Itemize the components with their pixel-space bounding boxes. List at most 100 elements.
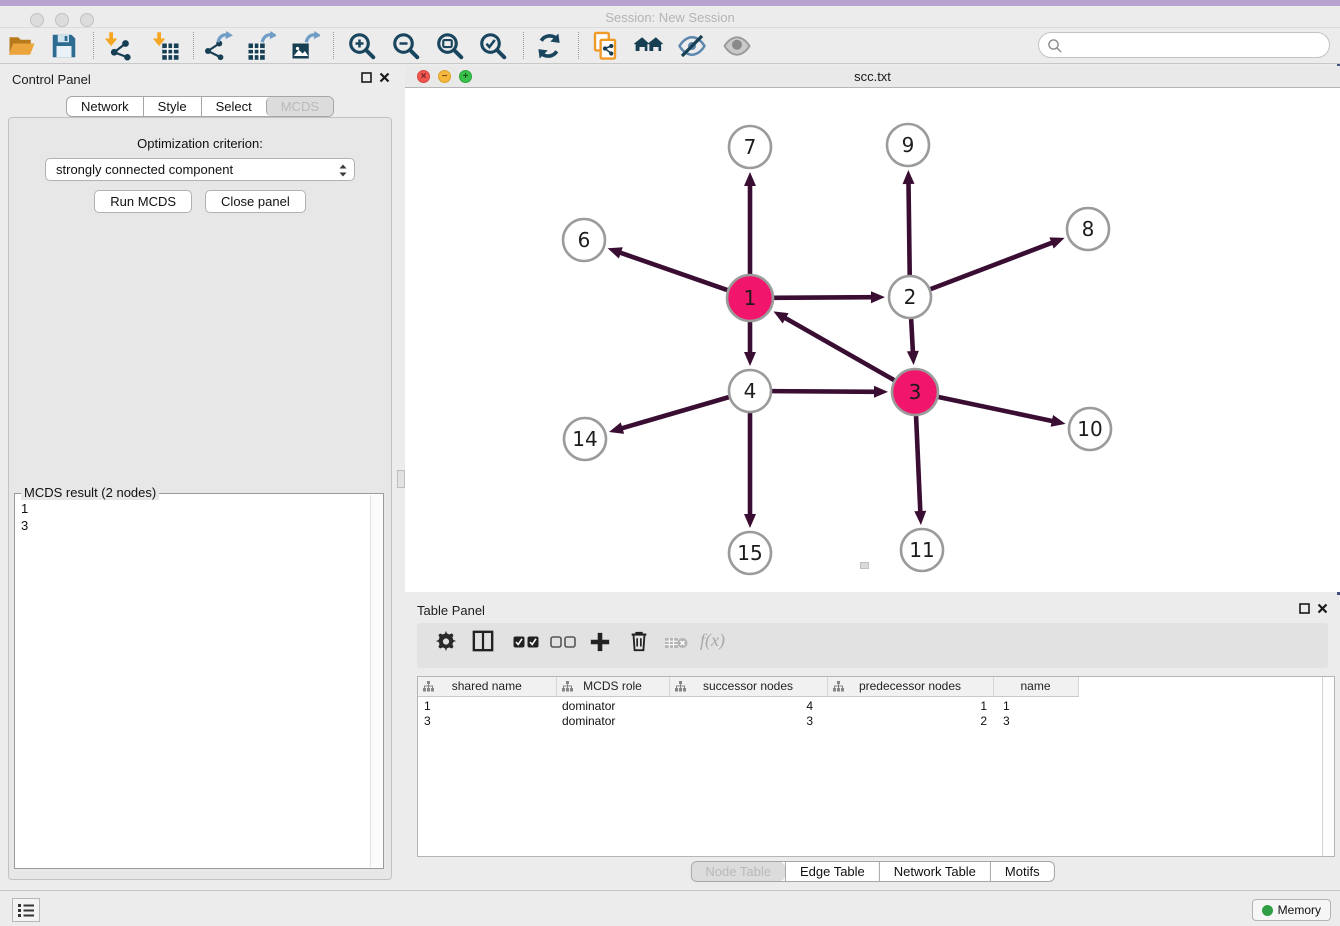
table-cell[interactable]: 1 (418, 696, 556, 713)
tab-network[interactable]: Network (67, 97, 143, 116)
column-header-mcds-role[interactable]: MCDS role (556, 677, 669, 696)
table-header[interactable]: shared nameMCDS rolesuccessor nodesprede… (418, 677, 1078, 696)
node-1[interactable]: 1 (727, 275, 773, 321)
edge-arrowhead (874, 386, 888, 398)
node-9[interactable]: 9 (887, 124, 929, 166)
edge-1-2[interactable] (774, 297, 873, 298)
edge-4-3[interactable] (772, 391, 876, 392)
panel-splitter-handle[interactable] (397, 470, 405, 488)
edge-3-10[interactable] (938, 397, 1053, 421)
node-11[interactable]: 11 (901, 529, 943, 571)
import-network-icon[interactable] (103, 31, 133, 61)
add-column-icon[interactable] (589, 631, 611, 653)
edge-2-3[interactable] (911, 319, 913, 353)
column-header-shared-name[interactable]: shared name (418, 677, 556, 696)
result-node-id[interactable]: 1 (21, 500, 363, 517)
task-history-button[interactable] (12, 898, 40, 922)
table-scrollbar[interactable] (1322, 677, 1334, 856)
edge-2-8[interactable] (931, 242, 1054, 289)
tab-mcds[interactable]: MCDS (266, 97, 333, 116)
mcds-result-list[interactable]: 13 (15, 496, 369, 868)
result-node-id[interactable]: 3 (21, 517, 363, 534)
table-cell[interactable]: 3 (993, 713, 1078, 729)
table-cell[interactable]: 1 (993, 696, 1078, 713)
column-header-name[interactable]: name (993, 677, 1078, 696)
toolbar-separator (523, 32, 524, 59)
select-all-checkboxes-icon[interactable] (513, 636, 539, 648)
node-3[interactable]: 3 (892, 369, 938, 415)
edge-arrowhead (914, 511, 926, 525)
criterion-dropdown[interactable]: strongly connected component (45, 158, 355, 181)
tab-node-table[interactable]: Node Table (691, 862, 785, 881)
hide-selected-eye-icon[interactable] (677, 31, 707, 61)
edge-3-1[interactable] (784, 317, 894, 380)
table-cell[interactable]: dominator (556, 713, 669, 729)
export-image-icon[interactable] (290, 31, 320, 61)
home-layout-icon[interactable] (634, 31, 664, 61)
clone-network-icon[interactable] (590, 31, 620, 61)
split-view-icon[interactable] (472, 630, 494, 652)
table-row[interactable]: 1dominator411 (418, 696, 1078, 713)
table-settings-gear-icon[interactable] (435, 630, 457, 652)
table-cell[interactable]: dominator (556, 696, 669, 713)
save-session-icon[interactable] (49, 31, 79, 61)
tab-style[interactable]: Style (143, 97, 201, 116)
result-scrollbar[interactable] (370, 495, 383, 867)
control-panel-tabs: NetworkStyleSelectMCDS (66, 96, 334, 117)
zoom-out-icon[interactable] (391, 31, 421, 61)
float-panel-icon[interactable] (361, 72, 372, 83)
canvas-scroll-thumb[interactable] (860, 562, 869, 569)
open-file-icon[interactable] (7, 31, 37, 61)
search-input[interactable] (1067, 35, 1317, 55)
show-all-eye-icon[interactable] (722, 31, 752, 61)
node-15[interactable]: 15 (729, 532, 771, 574)
node-6[interactable]: 6 (563, 219, 605, 261)
network-graph[interactable]: 7 9 6 8 1 2 4 3 14 10 15 11 (405, 88, 1340, 592)
close-table-panel-icon[interactable] (1317, 603, 1328, 614)
deselect-all-checkboxes-icon[interactable] (550, 636, 576, 648)
close-panel-button[interactable]: Close panel (205, 190, 306, 213)
function-builder-icon[interactable]: f(x) (700, 630, 725, 651)
import-table-icon[interactable] (151, 31, 181, 61)
table-row[interactable]: 3dominator323 (418, 713, 1078, 729)
run-mcds-button[interactable]: Run MCDS (94, 190, 192, 213)
table-cell[interactable]: 2 (827, 713, 993, 729)
delete-table-icon[interactable] (664, 636, 688, 650)
zoom-fit-icon[interactable] (435, 31, 465, 61)
node-4[interactable]: 4 (729, 370, 771, 412)
node-label: 4 (744, 379, 757, 403)
column-header-successor-nodes[interactable]: successor nodes (669, 677, 827, 696)
edge-2-9[interactable] (908, 182, 909, 275)
tab-select[interactable]: Select (201, 97, 266, 116)
network-canvas[interactable]: 7 9 6 8 1 2 4 3 14 10 15 11 (405, 88, 1340, 592)
refresh-view-icon[interactable] (534, 31, 564, 61)
tab-network-table[interactable]: Network Table (879, 862, 990, 881)
export-table-icon[interactable] (246, 31, 276, 61)
network-window-titlebar[interactable]: × − + scc.txt (405, 66, 1340, 88)
column-header-predecessor-nodes[interactable]: predecessor nodes (827, 677, 993, 696)
edge-4-14[interactable] (621, 397, 729, 429)
edge-arrowhead (744, 352, 756, 366)
zoom-selected-icon[interactable] (478, 31, 508, 61)
search-field[interactable] (1038, 32, 1330, 58)
export-network-icon[interactable] (203, 31, 233, 61)
node-8[interactable]: 8 (1067, 208, 1109, 250)
node-10[interactable]: 10 (1069, 408, 1111, 450)
node-14[interactable]: 14 (564, 418, 606, 460)
zoom-in-icon[interactable] (347, 31, 377, 61)
tab-edge-table[interactable]: Edge Table (785, 862, 879, 881)
node-7[interactable]: 7 (729, 126, 771, 168)
table-cell[interactable]: 1 (827, 696, 993, 713)
table-cell[interactable]: 3 (418, 713, 556, 729)
close-panel-icon[interactable] (379, 72, 390, 83)
edge-1-6[interactable] (619, 252, 727, 290)
window-titlebar: Session: New Session (0, 6, 1340, 28)
edge-3-11[interactable] (916, 416, 920, 513)
delete-column-trash-icon[interactable] (628, 630, 650, 652)
table-cell[interactable]: 4 (669, 696, 827, 713)
table-cell[interactable]: 3 (669, 713, 827, 729)
node-2[interactable]: 2 (889, 276, 931, 318)
float-table-panel-icon[interactable] (1299, 603, 1310, 614)
memory-button[interactable]: Memory (1252, 899, 1331, 921)
tab-motifs[interactable]: Motifs (990, 862, 1054, 881)
